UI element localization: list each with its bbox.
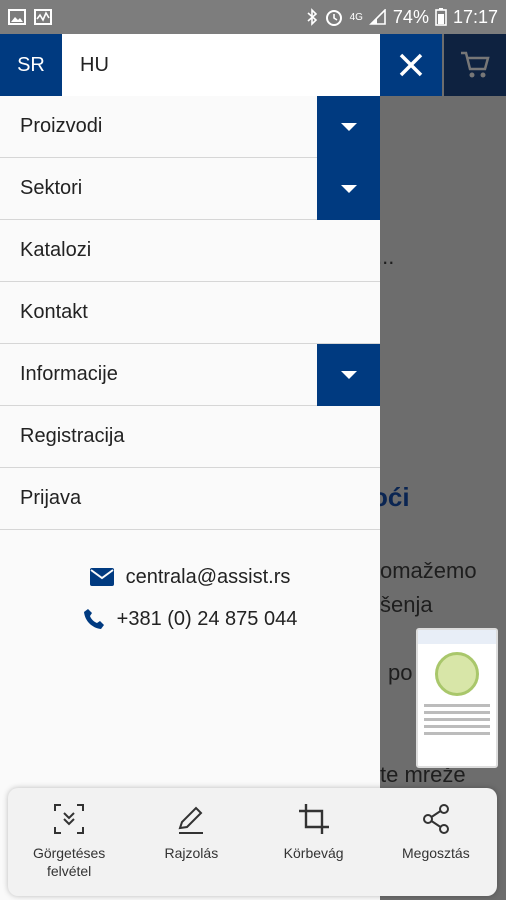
menu-item-prijava[interactable]: Prijava (0, 468, 380, 530)
crop-icon (298, 804, 329, 834)
menu-item-kontakt[interactable]: Kontakt (0, 282, 380, 344)
tool-label: Görgetéses felvétel (32, 845, 106, 879)
chevron-down-icon (340, 123, 357, 131)
bg-text-line-1: omažemo (380, 558, 477, 583)
signal-icon (368, 9, 386, 25)
chevron-down-icon (340, 185, 357, 193)
bluetooth-icon (307, 8, 317, 26)
phone-icon (83, 609, 104, 629)
expand-toggle-button[interactable] (317, 96, 380, 158)
language-switcher: SR HU (0, 34, 380, 96)
menu-item-label: Sektori (20, 177, 83, 199)
pencil-icon (178, 806, 204, 834)
phone-text: +381 (0) 24 875 044 (116, 607, 298, 630)
battery-percent: 74% (392, 6, 429, 27)
share-button[interactable]: Megosztás (375, 788, 497, 896)
mail-icon (89, 568, 114, 586)
activity-notification-icon (34, 9, 52, 25)
bg-heading-fragment: oći (380, 482, 410, 512)
bg-text-line-3: po (388, 660, 413, 685)
chevron-down-icon (340, 371, 357, 379)
menu-item-registracija[interactable]: Registracija (0, 406, 380, 468)
navigation-drawer: SR HU Proizvodi Sektori Katalozi Kontakt… (0, 34, 380, 900)
crop-button[interactable]: Körbevág (253, 788, 375, 896)
contact-info: centrala@assist.rs +381 (0) 24 875 044 (0, 556, 380, 640)
email-link[interactable]: centrala@assist.rs (0, 556, 380, 598)
expand-toggle-button[interactable] (317, 344, 380, 406)
share-icon (422, 804, 449, 834)
expand-toggle-button[interactable] (317, 158, 380, 220)
menu-item-katalozi[interactable]: Katalozi (0, 220, 380, 282)
screenshot-toolbar: Görgetéses felvétel Rajzolás Körbevág Me… (8, 788, 497, 896)
menu-item-label: Katalozi (20, 239, 92, 261)
menu-item-label: Kontakt (20, 301, 88, 323)
menu-item-label: Informacije (20, 363, 118, 385)
image-notification-icon (8, 9, 26, 25)
tool-label: Rajzolás (164, 845, 219, 861)
phone-link[interactable]: +381 (0) 24 875 044 (0, 598, 380, 640)
alarm-icon (325, 10, 342, 26)
draw-button[interactable]: Rajzolás (130, 788, 252, 896)
menu-item-informacije[interactable]: Informacije (0, 344, 380, 406)
menu-item-label: Prijava (20, 487, 82, 509)
tool-label: Körbevág (283, 845, 344, 861)
bg-text-line-2: šenja (380, 592, 433, 617)
tool-label: Megosztás (402, 845, 470, 861)
close-icon (399, 53, 423, 77)
menu-item-sektori[interactable]: Sektori (0, 158, 380, 220)
scroll-capture-icon (54, 804, 85, 834)
menu-item-label: Proizvodi (20, 115, 103, 137)
clock: 17:17 (452, 6, 498, 27)
battery-icon (435, 8, 447, 26)
network-type-label: 4G (349, 11, 363, 23)
background-page: ... oći omažemo šenja po te mreže (380, 34, 506, 900)
email-text: centrala@assist.rs (125, 565, 291, 588)
screenshot-thumbnail[interactable] (416, 628, 498, 768)
scroll-capture-button[interactable]: Görgetéses felvétel (8, 788, 130, 896)
menu-item-proizvodi[interactable]: Proizvodi (0, 96, 380, 158)
close-menu-button[interactable] (380, 34, 442, 96)
bg-ellipsis: ... (380, 244, 395, 269)
cart-icon (461, 51, 490, 78)
menu-item-label: Registracija (20, 425, 125, 447)
status-bar: 4G 74% 17:17 (0, 0, 506, 34)
language-sr-button[interactable]: SR (0, 34, 62, 96)
cart-button[interactable] (444, 34, 506, 96)
language-hu-button[interactable]: HU (62, 34, 380, 96)
